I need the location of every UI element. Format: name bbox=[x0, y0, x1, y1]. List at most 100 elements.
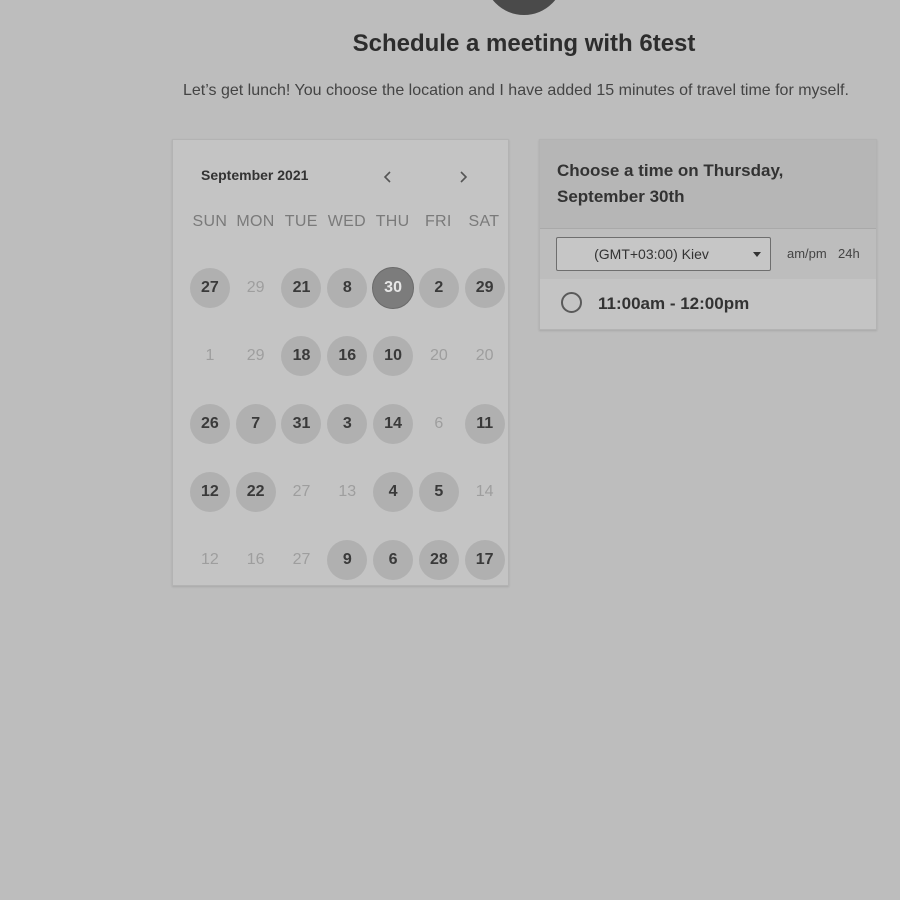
calendar-day: 12 bbox=[187, 526, 233, 594]
calendar-day-label: 18 bbox=[281, 336, 322, 376]
calendar-day[interactable]: 21 bbox=[279, 254, 325, 322]
calendar-day[interactable]: 7 bbox=[233, 390, 279, 458]
weekday-label: MON bbox=[236, 213, 275, 230]
calendar-day-label: 27 bbox=[292, 483, 311, 500]
calendar-day-label: 28 bbox=[418, 540, 459, 580]
calendar-day-label: 20 bbox=[429, 347, 448, 364]
weekday-label: SUN bbox=[192, 213, 228, 230]
weekday-header: SUN MON TUE WED THU FRI SAT bbox=[187, 213, 507, 231]
calendar-day-label: 30 bbox=[372, 267, 415, 309]
ampm-format-toggle[interactable]: am/pm bbox=[787, 246, 827, 261]
calendar-day-label: 29 bbox=[246, 279, 265, 296]
calendar-day[interactable]: 17 bbox=[462, 526, 508, 594]
calendar-day-label: 21 bbox=[281, 268, 322, 308]
calendar-day[interactable]: 29 bbox=[462, 254, 508, 322]
calendar-day-label: 17 bbox=[464, 540, 505, 580]
calendar-day-label: 16 bbox=[327, 336, 368, 376]
calendar-day[interactable]: 27 bbox=[187, 254, 233, 322]
weekday-label: SAT bbox=[468, 213, 500, 230]
calendar-day-label: 11 bbox=[464, 404, 505, 444]
calendar-day-label: 6 bbox=[434, 415, 444, 432]
24h-format-toggle[interactable]: 24h bbox=[838, 246, 860, 261]
calendar-day-label: 13 bbox=[338, 483, 357, 500]
calendar-day-label: 12 bbox=[189, 472, 230, 512]
avatar bbox=[484, 0, 564, 15]
calendar-day-label: 29 bbox=[246, 347, 265, 364]
weekday-label: THU bbox=[375, 213, 410, 230]
timezone-select[interactable]: (GMT+03:00) Kiev bbox=[556, 237, 771, 271]
calendar-month-label: September 2021 bbox=[201, 167, 309, 183]
calendar-day[interactable]: 6 bbox=[370, 526, 416, 594]
calendar-day[interactable]: 9 bbox=[324, 526, 370, 594]
calendar-day-label: 9 bbox=[327, 540, 368, 580]
calendar-day-label: 31 bbox=[281, 404, 322, 444]
calendar-day: 6 bbox=[416, 390, 462, 458]
calendar-day[interactable]: 16 bbox=[324, 322, 370, 390]
calendar-day: 13 bbox=[324, 458, 370, 526]
calendar-day: 27 bbox=[279, 458, 325, 526]
calendar-day-label: 27 bbox=[189, 268, 230, 308]
calendar-day-label: 6 bbox=[373, 540, 414, 580]
calendar-day: 16 bbox=[233, 526, 279, 594]
calendar-day[interactable]: 22 bbox=[233, 458, 279, 526]
radio-icon[interactable] bbox=[561, 292, 582, 313]
calendar-day[interactable]: 10 bbox=[370, 322, 416, 390]
calendar-day: 20 bbox=[416, 322, 462, 390]
calendar-day[interactable]: 14 bbox=[370, 390, 416, 458]
calendar-day-label: 2 bbox=[418, 268, 459, 308]
day-grid: 27 29 21 8 30 2 29 1 29 18 16 10 20 20 26 7 31 3 14 6 11 12 22… bbox=[187, 254, 509, 594]
calendar-day-label: 12 bbox=[200, 551, 219, 568]
calendar-day-label: 27 bbox=[292, 551, 311, 568]
calendar-day-label: 29 bbox=[464, 268, 505, 308]
page-description: Let’s get lunch! You choose the location… bbox=[183, 82, 849, 99]
calendar: September 2021 SUN MON TUE WED THU FRI SAT 27 2… bbox=[172, 139, 509, 586]
calendar-day-label: 3 bbox=[327, 404, 368, 444]
timezone-bar: (GMT+03:00) Kiev am/pm 24h bbox=[540, 228, 876, 279]
calendar-day-label: 14 bbox=[373, 404, 414, 444]
calendar-day[interactable]: 8 bbox=[324, 254, 370, 322]
calendar-day: 29 bbox=[233, 254, 279, 322]
calendar-day: 29 bbox=[233, 322, 279, 390]
time-panel: Choose a time on Thursday, September 30t… bbox=[539, 139, 877, 330]
time-panel-heading: Choose a time on Thursday, September 30t… bbox=[557, 161, 784, 206]
calendar-day-label: 4 bbox=[373, 472, 414, 512]
calendar-day[interactable]: 31 bbox=[279, 390, 325, 458]
calendar-day-selected[interactable]: 30 bbox=[370, 254, 416, 322]
calendar-day-label: 5 bbox=[418, 472, 459, 512]
calendar-day-label: 7 bbox=[235, 404, 276, 444]
weekday-label: FRI bbox=[424, 213, 452, 230]
calendar-day[interactable]: 11 bbox=[462, 390, 508, 458]
time-slot[interactable]: 11:00am - 12:00pm bbox=[540, 279, 876, 329]
chevron-right-icon bbox=[460, 171, 468, 183]
weekday-label: TUE bbox=[284, 213, 318, 230]
calendar-day-label: 20 bbox=[475, 347, 494, 364]
calendar-day[interactable]: 4 bbox=[370, 458, 416, 526]
calendar-day: 27 bbox=[279, 526, 325, 594]
previous-month-button[interactable] bbox=[375, 164, 401, 190]
calendar-day[interactable]: 12 bbox=[187, 458, 233, 526]
calendar-day-label: 1 bbox=[205, 347, 215, 364]
calendar-day[interactable]: 3 bbox=[324, 390, 370, 458]
calendar-day[interactable]: 2 bbox=[416, 254, 462, 322]
calendar-day[interactable]: 28 bbox=[416, 526, 462, 594]
weekday-label: WED bbox=[327, 213, 367, 230]
time-slot-label: 11:00am - 12:00pm bbox=[598, 294, 750, 313]
calendar-day-label: 22 bbox=[235, 472, 276, 512]
calendar-day[interactable]: 26 bbox=[187, 390, 233, 458]
timezone-value: (GMT+03:00) Kiev bbox=[594, 246, 709, 262]
page-title: Schedule a meeting with 6test bbox=[352, 30, 696, 57]
calendar-day[interactable]: 5 bbox=[416, 458, 462, 526]
calendar-day: 14 bbox=[462, 458, 508, 526]
calendar-day: 1 bbox=[187, 322, 233, 390]
next-month-button[interactable] bbox=[450, 164, 476, 190]
calendar-day-label: 8 bbox=[327, 268, 368, 308]
calendar-day-label: 26 bbox=[189, 404, 230, 444]
calendar-day-label: 14 bbox=[475, 483, 494, 500]
chevron-left-icon bbox=[383, 171, 391, 183]
time-panel-header: Choose a time on Thursday, September 30t… bbox=[540, 140, 876, 228]
calendar-day[interactable]: 18 bbox=[279, 322, 325, 390]
calendar-day: 20 bbox=[462, 322, 508, 390]
caret-down-icon bbox=[753, 252, 761, 257]
calendar-day-label: 16 bbox=[246, 551, 265, 568]
scheduler-page: Schedule a meeting with 6test Let’s get … bbox=[0, 0, 900, 900]
